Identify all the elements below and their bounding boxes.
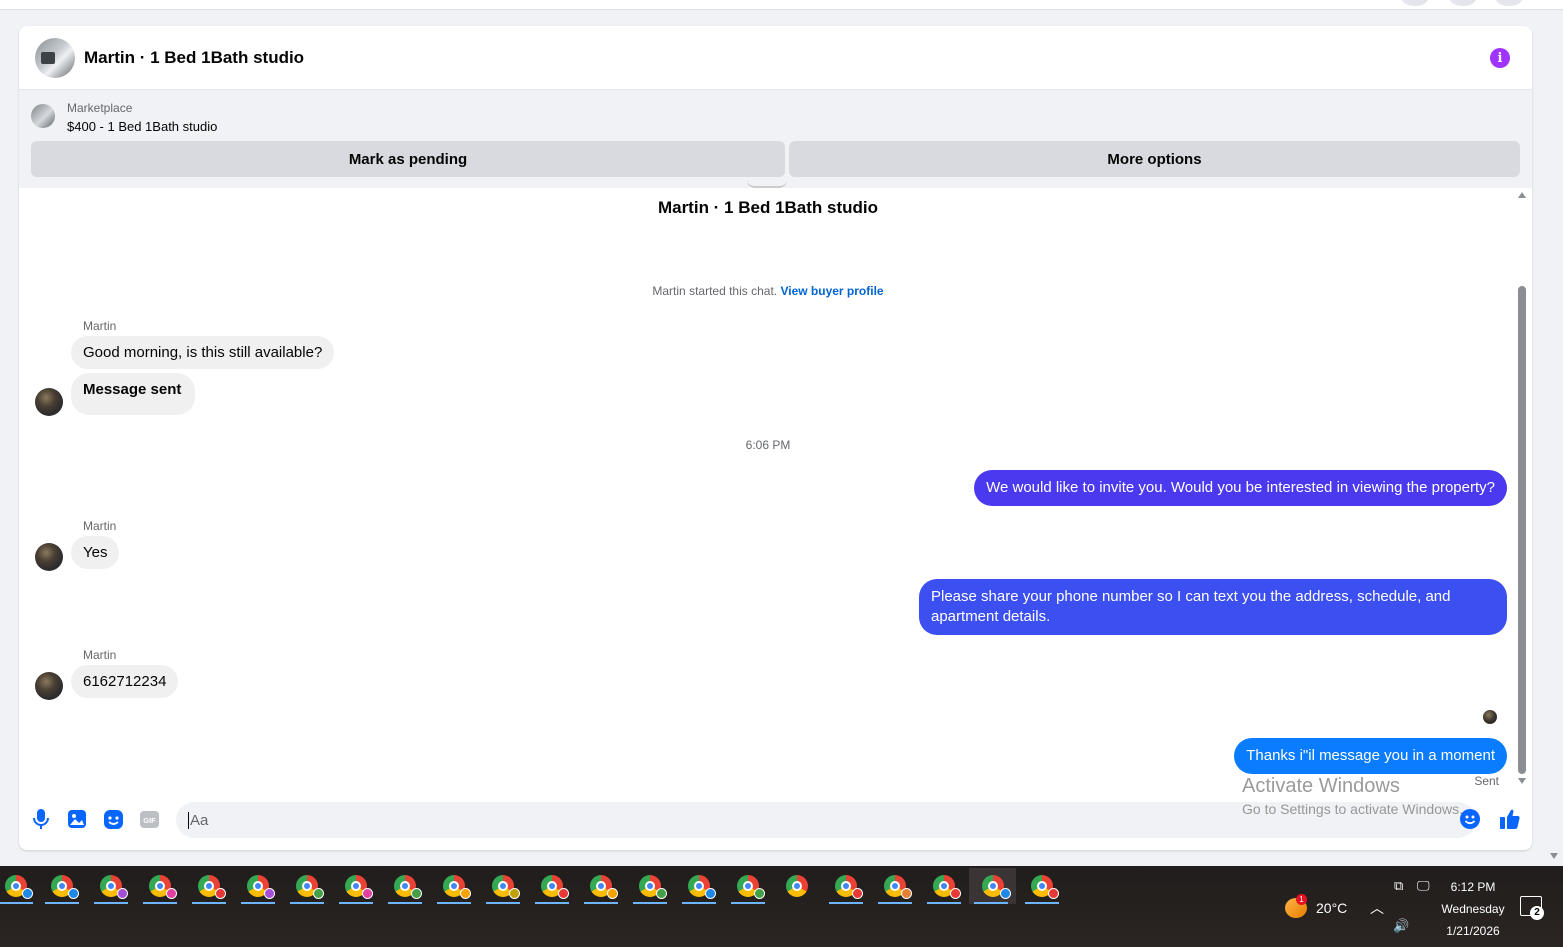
started-text: Martin started this chat. <box>652 284 778 298</box>
chrome-taskbar-app[interactable] <box>775 868 819 904</box>
martin-avatar[interactable] <box>35 672 63 700</box>
chrome-taskbar-app-active[interactable] <box>969 868 1016 904</box>
message-bubble-incoming[interactable]: Yes <box>71 536 120 569</box>
scroll-thumb[interactable] <box>1518 286 1526 774</box>
photo-icon[interactable] <box>66 808 88 830</box>
chrome-taskbar-app[interactable] <box>824 868 868 904</box>
windows-taskbar: 1 20°C ︿ ⧉ 🖵 🔊 6:12 PM Wednesday 1/21/20… <box>0 866 1563 947</box>
conversation-scrollbar[interactable] <box>1517 188 1528 788</box>
message-bubble-incoming[interactable]: Good morning, is this still available? <box>71 336 335 369</box>
conversation-avatar <box>747 180 787 188</box>
chrome-taskbar-app[interactable] <box>187 868 231 904</box>
chat-started-notice: Martin started this chat. View buyer pro… <box>19 284 1517 298</box>
marketplace-banner: Marketplace $400 - 1 Bed 1Bath studio Ma… <box>19 90 1532 188</box>
conversation-area: Martin · 1 Bed 1Bath studio Martin start… <box>19 186 1532 800</box>
listing-avatar[interactable] <box>35 37 75 78</box>
chat-window: Martin · 1 Bed 1Bath studio i Marketplac… <box>19 26 1532 850</box>
chrome-taskbar-app[interactable] <box>40 868 84 904</box>
chat-title[interactable]: Martin · 1 Bed 1Bath studio <box>84 48 304 68</box>
message-bubble-outgoing[interactable]: Please share your phone number so I can … <box>919 579 1507 635</box>
system-clock[interactable]: 6:12 PM Wednesday 1/21/2026 <box>1430 876 1516 942</box>
message-bubble-incoming[interactable]: Message sent <box>71 373 196 415</box>
marketplace-label: Marketplace <box>67 101 133 115</box>
page-scroll-down-icon[interactable] <box>1550 853 1558 859</box>
top-icon[interactable] <box>1402 0 1428 6</box>
notification-count: 2 <box>1530 906 1544 920</box>
gif-label: GIF <box>143 816 156 825</box>
top-avatar[interactable] <box>1496 0 1522 6</box>
text-caret <box>188 811 189 829</box>
chat-header: Martin · 1 Bed 1Bath studio i <box>19 26 1532 90</box>
clock-date: 1/21/2026 <box>1446 924 1500 938</box>
chrome-icon <box>786 875 808 897</box>
top-icon[interactable] <box>1450 0 1476 6</box>
chrome-taskbar-app[interactable] <box>579 868 623 904</box>
chrome-taskbar-app[interactable] <box>236 868 280 904</box>
chrome-taskbar-app[interactable] <box>138 868 182 904</box>
sender-name: Martin <box>83 648 117 662</box>
watermark-title: Activate Windows <box>1242 775 1400 797</box>
like-thumbs-up-icon[interactable] <box>1499 808 1521 830</box>
info-icon[interactable]: i <box>1490 48 1510 68</box>
clock-time: 6:12 PM <box>1450 880 1496 894</box>
scroll-down-arrow-icon[interactable] <box>1518 778 1526 784</box>
scroll-up-arrow-icon[interactable] <box>1518 192 1526 198</box>
chrome-taskbar-app[interactable] <box>0 868 38 904</box>
martin-avatar[interactable] <box>35 388 63 416</box>
weather-temperature[interactable]: 20°C <box>1316 900 1347 916</box>
listing-title[interactable]: $400 - 1 Bed 1Bath studio <box>67 119 217 134</box>
sender-name: Martin <box>83 519 117 533</box>
show-hidden-icons-chevron-icon[interactable]: ︿ <box>1370 898 1384 918</box>
chrome-taskbar-app[interactable] <box>334 868 378 904</box>
listing-thumbnail[interactable] <box>31 104 55 128</box>
microphone-icon[interactable] <box>30 808 52 830</box>
watermark-subtitle: Go to Settings to activate Windows. <box>1242 801 1463 817</box>
message-bubble-outgoing[interactable]: We would like to invite you. Would you b… <box>974 470 1507 506</box>
martin-avatar[interactable] <box>35 543 63 571</box>
sent-status: Sent <box>1474 774 1499 788</box>
message-bubble-outgoing[interactable]: Thanks i"il message you in a moment <box>1234 738 1507 774</box>
weather-badge: 1 <box>1296 894 1307 905</box>
mark-as-pending-button[interactable]: Mark as pending <box>31 141 785 177</box>
chrome-taskbar-app[interactable] <box>285 868 329 904</box>
chrome-taskbar-app[interactable] <box>432 868 476 904</box>
network-icon[interactable]: 🖵 <box>1417 878 1430 894</box>
chrome-taskbar-app[interactable] <box>383 868 427 904</box>
seen-avatar <box>1483 710 1497 724</box>
volume-icon[interactable]: 🔊 <box>1393 918 1409 934</box>
more-options-button[interactable]: More options <box>789 141 1520 177</box>
clock-day: Wednesday <box>1441 902 1505 916</box>
chrome-taskbar-app[interactable] <box>677 868 721 904</box>
meet-now-icon[interactable]: ⧉ <box>1394 878 1403 894</box>
sticker-icon[interactable] <box>102 808 124 830</box>
sender-name: Martin <box>83 319 117 333</box>
top-strip <box>0 0 1563 10</box>
message-timestamp: 6:06 PM <box>745 438 791 452</box>
chrome-taskbar-app[interactable] <box>628 868 672 904</box>
activate-windows-watermark: Activate Windows Go to Settings to activ… <box>1242 775 1463 817</box>
message-input-placeholder: Aa <box>190 811 209 829</box>
chrome-taskbar-app[interactable] <box>922 868 966 904</box>
chrome-taskbar-app[interactable] <box>726 868 770 904</box>
view-buyer-profile-link[interactable]: View buyer profile <box>780 284 883 298</box>
conversation-title: Martin · 1 Bed 1Bath studio <box>657 198 879 217</box>
chrome-taskbar-app[interactable] <box>1020 868 1064 904</box>
message-bubble-incoming[interactable]: 6162712234 <box>71 665 179 698</box>
gif-icon[interactable]: GIF <box>138 808 160 830</box>
chrome-taskbar-app[interactable] <box>873 868 917 904</box>
chrome-taskbar-app[interactable] <box>481 868 525 904</box>
chrome-taskbar-app[interactable] <box>89 868 133 904</box>
chrome-taskbar-app[interactable] <box>530 868 574 904</box>
